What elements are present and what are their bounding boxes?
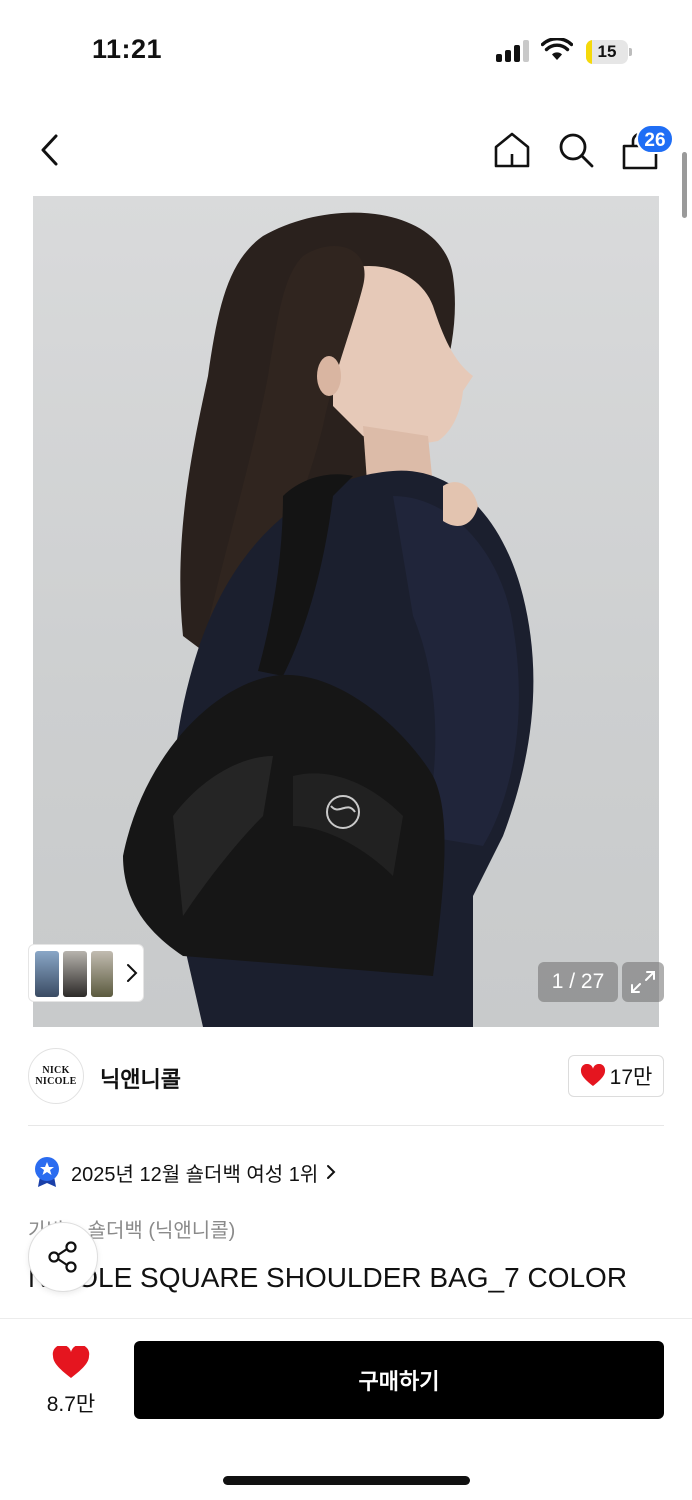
model-with-bag-photo <box>123 212 534 1027</box>
gallery-thumbnails[interactable] <box>28 944 144 1002</box>
home-indicator <box>223 1476 470 1485</box>
expand-icon <box>631 971 655 993</box>
wishlist-count: 8.7만 <box>46 1393 96 1416</box>
top-navigation <box>0 110 692 190</box>
expand-button[interactable] <box>622 962 664 1002</box>
share-button[interactable] <box>28 1222 98 1292</box>
thumbnail[interactable] <box>63 951 87 997</box>
brand-logo-line1: NICK <box>42 1065 70 1076</box>
share-icon <box>48 1241 77 1273</box>
ranking-link[interactable]: 2025년 12월 숄더백 여성 1위 <box>33 1156 336 1188</box>
divider <box>28 1125 664 1126</box>
wifi-icon <box>541 38 573 60</box>
brand-logo-line2: NICOLE <box>35 1076 77 1087</box>
status-bar: 11:21 15 <box>0 0 692 100</box>
product-image[interactable] <box>33 196 659 1027</box>
buy-button[interactable]: 구매하기 <box>134 1341 664 1419</box>
status-time: 11:21 <box>92 34 163 64</box>
search-icon[interactable] <box>556 130 596 170</box>
chevron-left-icon[interactable] <box>36 132 64 168</box>
brand-like-button[interactable]: 17만 <box>568 1055 664 1097</box>
brand-name[interactable]: 닉앤니콜 <box>100 1062 181 1094</box>
home-icon[interactable] <box>492 130 532 170</box>
thumbnail[interactable] <box>35 951 59 997</box>
ranking-medal-icon <box>35 1157 59 1187</box>
brand-logo[interactable]: NICK NICOLE <box>28 1048 84 1104</box>
chevron-right-icon <box>127 964 138 982</box>
battery-indicator: 15 <box>586 40 632 64</box>
thumbnail[interactable] <box>91 951 113 997</box>
cart-count-badge: 26 <box>636 124 674 154</box>
product-title: NICOLE SQUARE SHOULDER BAG_7 COLOR <box>28 1262 628 1293</box>
battery-level: 15 <box>597 42 617 61</box>
wishlist-button[interactable]: 8.7만 <box>28 1344 114 1418</box>
chevron-right-icon <box>327 1165 336 1179</box>
cellular-signal-icon <box>496 40 530 62</box>
heart-icon <box>580 1064 605 1086</box>
brand-like-count: 17만 <box>609 1066 653 1089</box>
ranking-text: 2025년 12월 숄더백 여성 1위 <box>71 1163 319 1186</box>
scrollbar[interactable] <box>682 152 687 218</box>
image-page-indicator: 1 / 27 <box>538 962 618 1002</box>
heart-icon <box>52 1346 90 1378</box>
